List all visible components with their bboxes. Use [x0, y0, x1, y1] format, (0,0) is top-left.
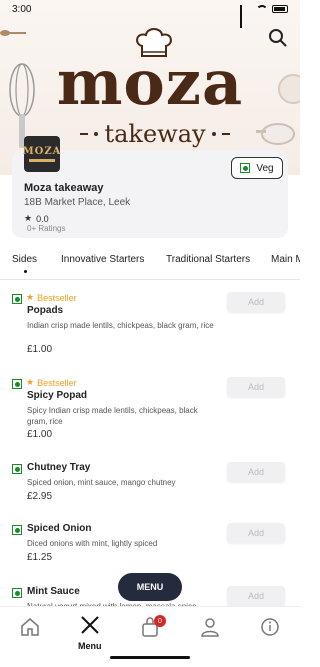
item-price: £2.95 [27, 491, 53, 502]
item-name: Spicy Popad [27, 390, 88, 401]
item-description: Spicy Indian crisp made lentils, chickpe… [27, 406, 198, 426]
menu-icon[interactable] [78, 613, 102, 637]
veg-icon [12, 525, 22, 535]
menu-button[interactable]: MENU [118, 573, 182, 601]
add-button[interactable]: Add [227, 377, 285, 397]
restaurant-address: 18B Market Place, Leek [24, 197, 131, 208]
item-name: Chutney Tray [27, 462, 91, 473]
rating-value: 0.0 [36, 213, 49, 224]
status-icons [240, 5, 288, 28]
divider-dot [94, 132, 99, 136]
add-button[interactable]: Add [227, 462, 285, 482]
veg-icon [12, 464, 22, 474]
brand-title: moza [56, 46, 244, 119]
status-time: 3:00 [12, 3, 32, 15]
spoon-icon [0, 30, 26, 36]
menu-nav-label: Menu [78, 641, 102, 651]
item-price: £1.00 [27, 344, 53, 355]
logo-text: MOZA [22, 146, 62, 157]
item-price: £1.25 [27, 552, 53, 563]
veg-icon [12, 294, 22, 304]
veg-toggle-label: Veg [256, 162, 274, 174]
veg-filter-toggle[interactable]: Veg [231, 157, 283, 179]
brand-subtitle-row: takeway [80, 120, 231, 148]
search-icon[interactable] [268, 28, 288, 48]
category-tabs: Sides Innovative Starters Traditional St… [0, 248, 300, 280]
logo-stripe [29, 159, 55, 162]
divider [80, 133, 89, 135]
active-tab-indicator [24, 270, 27, 273]
restaurant-name: Moza takeaway [24, 182, 104, 194]
divider [221, 133, 231, 135]
item-description: Spiced onion, mint sauce, mango chutney [27, 478, 176, 487]
star-icon: ★ [26, 377, 35, 387]
item-name: Mint Sauce [27, 586, 80, 597]
profile-icon[interactable] [198, 615, 222, 639]
item-description: Diced onions with mint, lightly spiced [27, 539, 158, 548]
wifi-icon [256, 5, 268, 13]
cart-count-badge: 0 [154, 615, 166, 627]
item-description: Indian crisp made lentils, chickpeas, bl… [27, 321, 214, 330]
veg-icon [12, 588, 22, 598]
bestseller-badge: ★ Bestseller [26, 377, 77, 388]
tab-sides[interactable]: Sides [12, 254, 37, 265]
tab-innovative-starters[interactable]: Innovative Starters [61, 254, 144, 265]
signal-icon [240, 5, 252, 28]
info-icon[interactable] [258, 615, 282, 639]
ratings-count: 0+ Ratings [27, 224, 66, 233]
divider-dot [211, 132, 216, 136]
bestseller-badge: ★ Bestseller [26, 292, 77, 303]
tab-traditional-starters[interactable]: Traditional Starters [166, 254, 250, 265]
veg-icon [240, 163, 251, 173]
star-icon: ★ [24, 213, 33, 223]
bowl-icon [278, 74, 300, 104]
bestseller-label: Bestseller [37, 377, 77, 388]
status-bar: 3:00 [0, 0, 300, 28]
star-icon: ★ [26, 292, 35, 302]
item-name: Spiced Onion [27, 523, 92, 534]
bottom-navigation: Menu 0 [0, 606, 300, 654]
pot-icon [256, 123, 295, 145]
add-button[interactable]: Add [227, 586, 285, 606]
veg-icon [12, 379, 22, 389]
bestseller-label: Bestseller [37, 292, 77, 303]
tab-main-menu[interactable]: Main Menu [271, 254, 300, 265]
add-button[interactable]: Add [227, 523, 285, 543]
battery-icon [272, 5, 288, 13]
add-button[interactable]: Add [227, 292, 285, 312]
restaurant-logo: MOZA [22, 136, 62, 172]
home-icon[interactable] [18, 615, 42, 639]
brand-subtitle: takeway [104, 120, 206, 148]
home-indicator [110, 656, 190, 659]
item-name: Popads [27, 305, 64, 316]
restaurant-rating: ★ 0.0 [24, 213, 49, 224]
item-price: £1.00 [27, 429, 53, 440]
